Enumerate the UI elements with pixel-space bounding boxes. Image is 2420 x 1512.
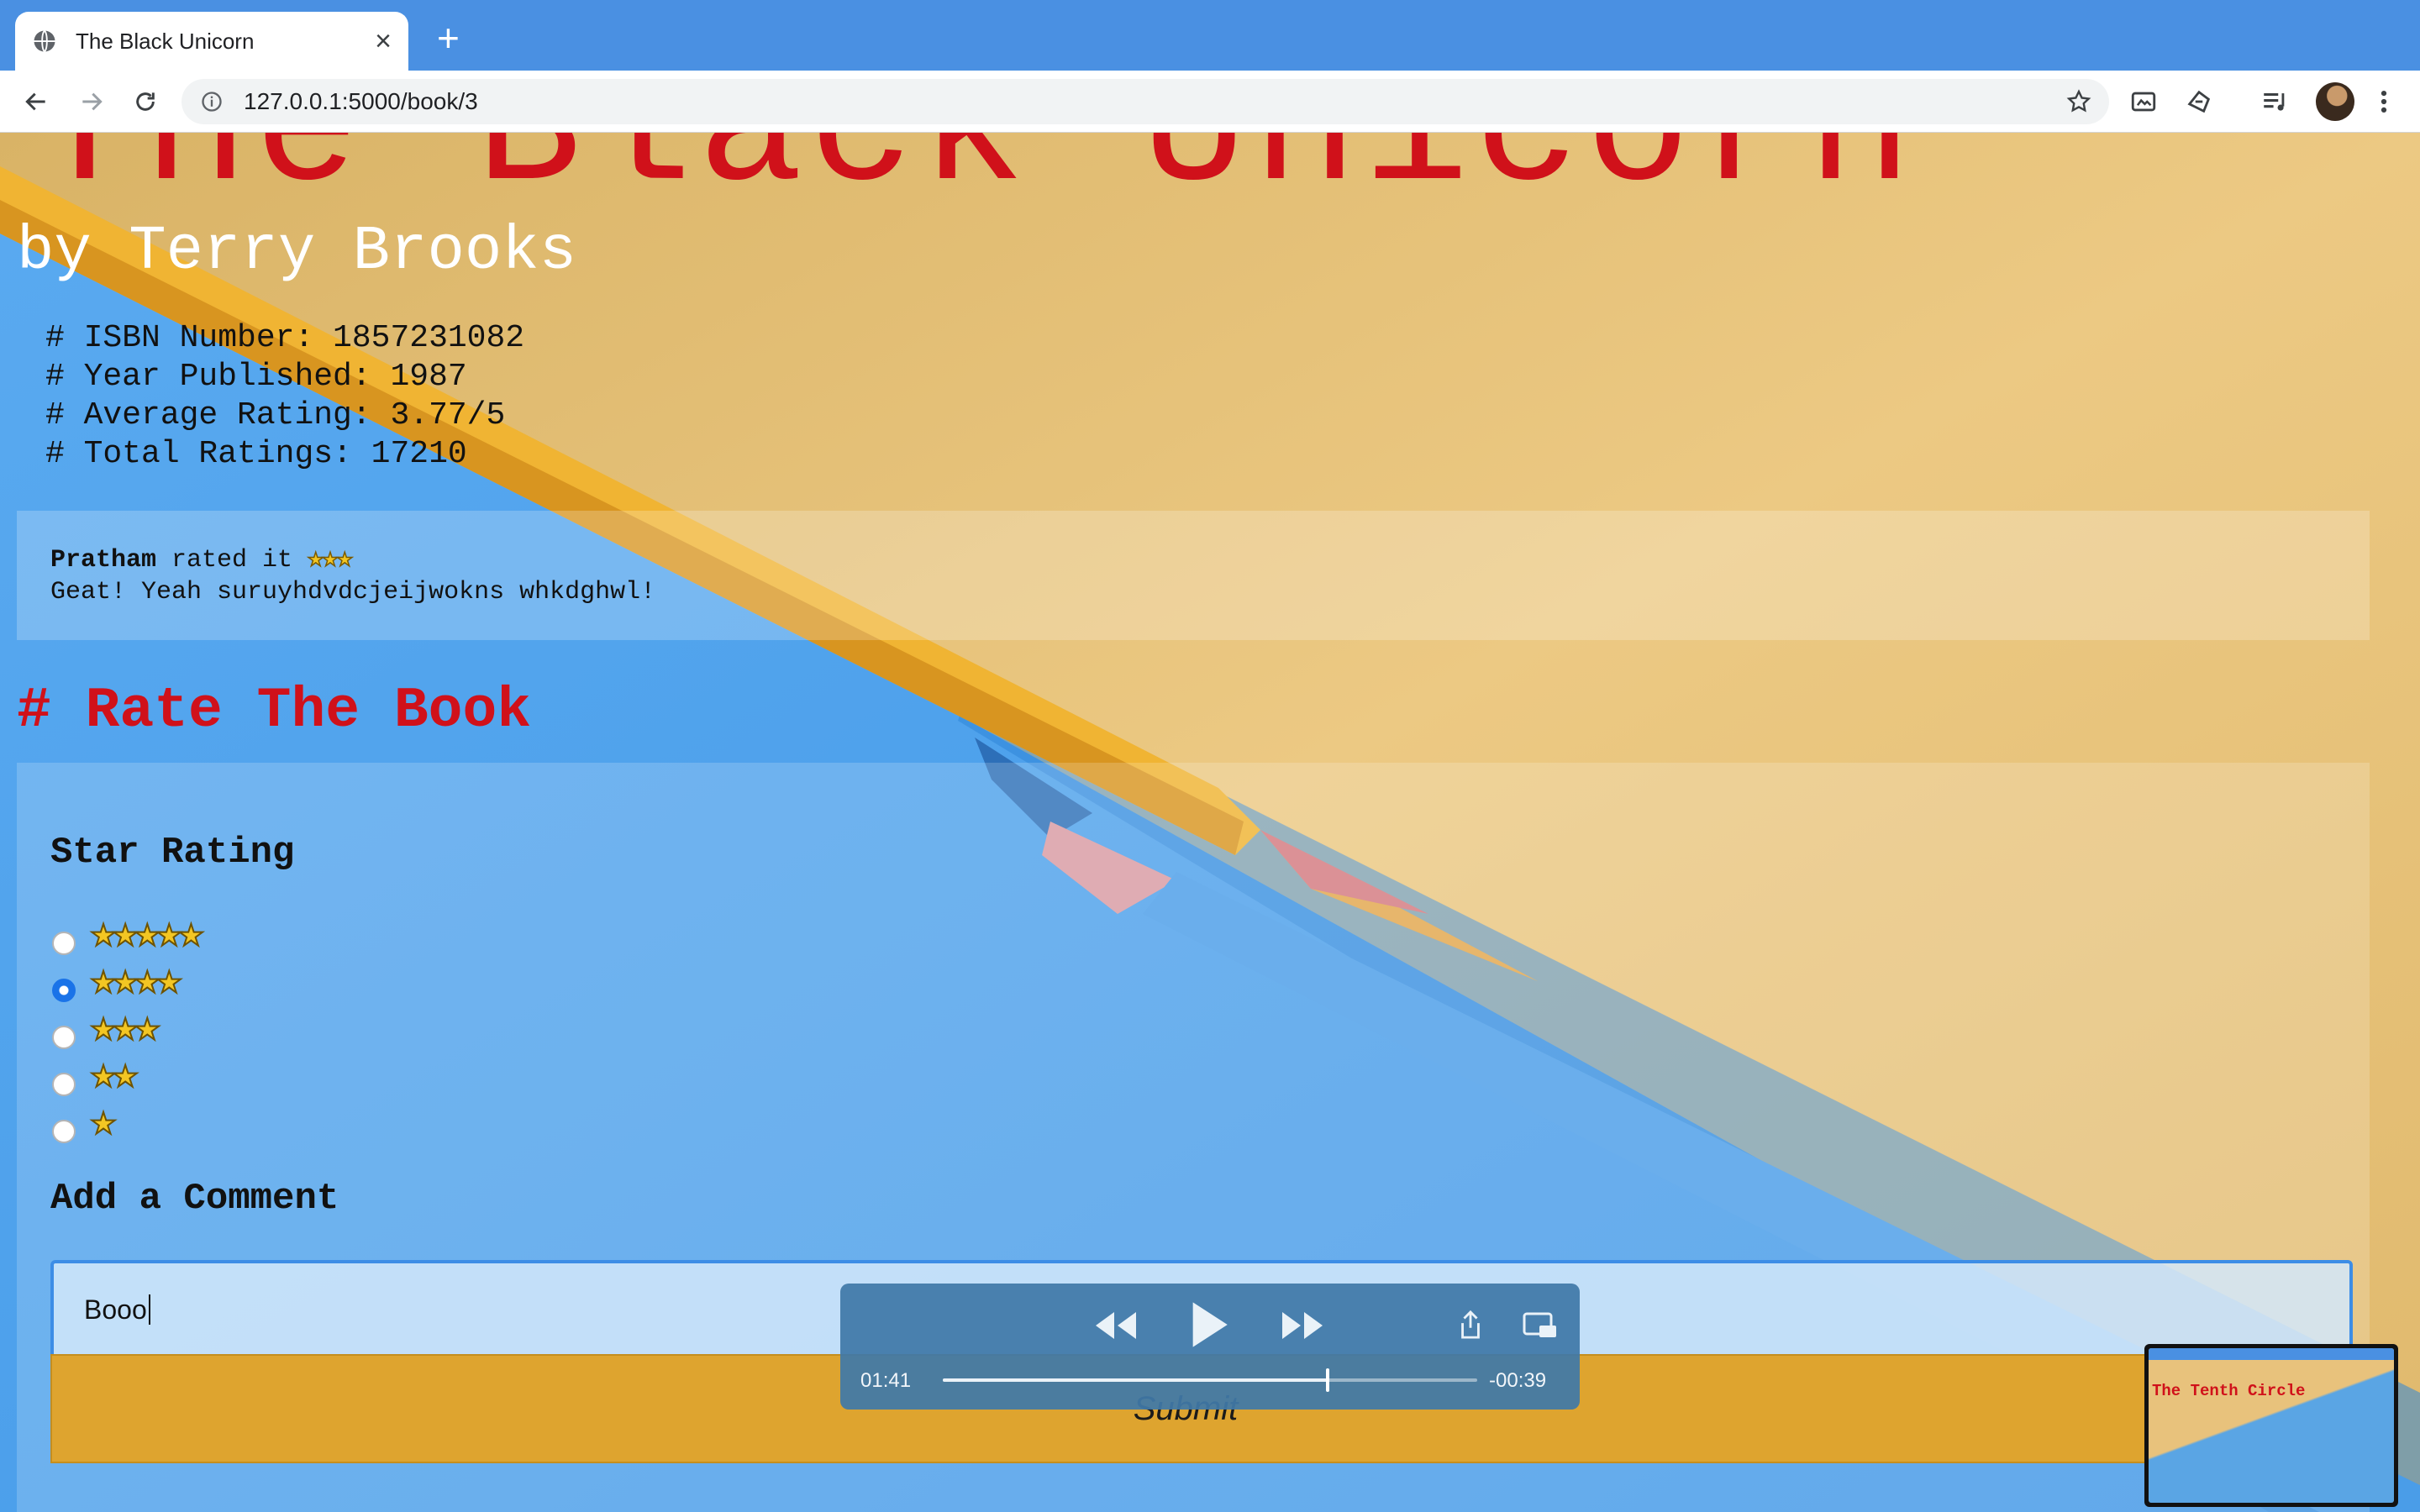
radio-2[interactable] xyxy=(52,1073,76,1096)
book-author: by Terry Brooks xyxy=(17,217,577,287)
tab-strip: The Black Unicorn × + xyxy=(0,0,2420,71)
media-controls: 01:41 -00:39 xyxy=(840,1284,1580,1410)
forward-icon[interactable] xyxy=(74,84,109,119)
review-user: Pratham xyxy=(50,546,157,575)
review-card: Pratham rated it ★★★ Geat! Yeah suruyhdv… xyxy=(17,511,2370,640)
comment-value: Booo xyxy=(84,1294,147,1325)
isbn: # ISBN Number: 1857231082 xyxy=(45,320,525,356)
back-icon[interactable] xyxy=(18,84,54,119)
fast-forward-icon[interactable] xyxy=(1279,1309,1326,1342)
page-viewport: The Black Unicorn by Terry Brooks # ISBN… xyxy=(0,133,2420,1512)
rating-option-4[interactable]: ★★★★ xyxy=(52,958,182,1006)
media-progress xyxy=(943,1378,1328,1382)
playlist-icon[interactable] xyxy=(2257,84,2292,119)
share-icon[interactable] xyxy=(1459,1310,1482,1339)
rate-heading: # Rate The Book xyxy=(17,679,532,743)
stars-4: ★★★★ xyxy=(90,958,182,1006)
stars-1: ★ xyxy=(90,1100,117,1147)
rating-option-1[interactable]: ★ xyxy=(52,1100,117,1147)
pip-browser-bar xyxy=(2149,1348,2394,1360)
rating-option-3[interactable]: ★★★ xyxy=(52,1005,160,1053)
stars-2: ★★ xyxy=(90,1053,139,1100)
review-rated-text: rated it xyxy=(156,546,308,575)
play-icon[interactable] xyxy=(1188,1300,1230,1349)
stars-5: ★★★★★ xyxy=(90,911,204,959)
media-remaining: -00:39 xyxy=(1489,1369,1547,1392)
rewind-icon[interactable] xyxy=(1092,1309,1139,1342)
year-published: # Year Published: 1987 xyxy=(45,359,467,395)
media-elapsed: 01:41 xyxy=(860,1369,912,1392)
pip-window[interactable]: The Tenth Circle xyxy=(2144,1344,2398,1507)
globe-icon xyxy=(34,29,55,53)
stars-3: ★★★ xyxy=(90,1005,160,1053)
radio-1[interactable] xyxy=(52,1120,76,1143)
star-rating-label: Star Rating xyxy=(50,832,295,874)
menu-icon[interactable] xyxy=(2366,84,2402,119)
tab-title: The Black Unicorn xyxy=(76,28,255,54)
avatar[interactable] xyxy=(2316,82,2354,121)
url-text: 127.0.0.1:5000/book/3 xyxy=(244,88,478,114)
media-scrubber-thumb[interactable] xyxy=(1325,1368,1329,1392)
average-rating: # Average Rating: 3.77/5 xyxy=(45,397,506,433)
media-icon[interactable] xyxy=(2126,84,2161,119)
review-comment: Geat! Yeah suruyhdvdcjeijwokns whkdghwl! xyxy=(50,578,656,606)
close-icon[interactable]: × xyxy=(375,27,392,55)
review-header: Pratham rated it ★★★ xyxy=(50,541,2336,575)
address-bar[interactable]: 127.0.0.1:5000/book/3 xyxy=(182,79,2109,124)
browser-toolbar: 127.0.0.1:5000/book/3 xyxy=(0,71,2420,133)
pip-icon[interactable] xyxy=(1523,1312,1558,1339)
tab-active[interactable]: The Black Unicorn × xyxy=(15,12,408,71)
extension-icon[interactable] xyxy=(2181,84,2217,119)
total-ratings: # Total Ratings: 17210 xyxy=(45,436,467,472)
book-metadata: # ISBN Number: 1857231082 # Year Publish… xyxy=(45,319,524,474)
rating-option-5[interactable]: ★★★★★ xyxy=(52,911,204,959)
pip-title: The Tenth Circle xyxy=(2152,1382,2306,1400)
info-icon[interactable] xyxy=(200,90,224,113)
review-stars: ★★★ xyxy=(307,543,353,575)
reload-icon[interactable] xyxy=(128,84,163,119)
media-scrubber[interactable] xyxy=(943,1368,1477,1392)
comment-label: Add a Comment xyxy=(50,1178,339,1220)
pip-preview: The Tenth Circle xyxy=(2149,1348,2394,1503)
plus-icon[interactable]: + xyxy=(437,18,460,57)
text-caret xyxy=(148,1294,150,1325)
rating-option-2[interactable]: ★★ xyxy=(52,1053,139,1100)
star-icon[interactable] xyxy=(2065,88,2092,115)
radio-3[interactable] xyxy=(52,1026,76,1049)
radio-4[interactable] xyxy=(52,979,76,1002)
radio-5[interactable] xyxy=(52,932,76,955)
